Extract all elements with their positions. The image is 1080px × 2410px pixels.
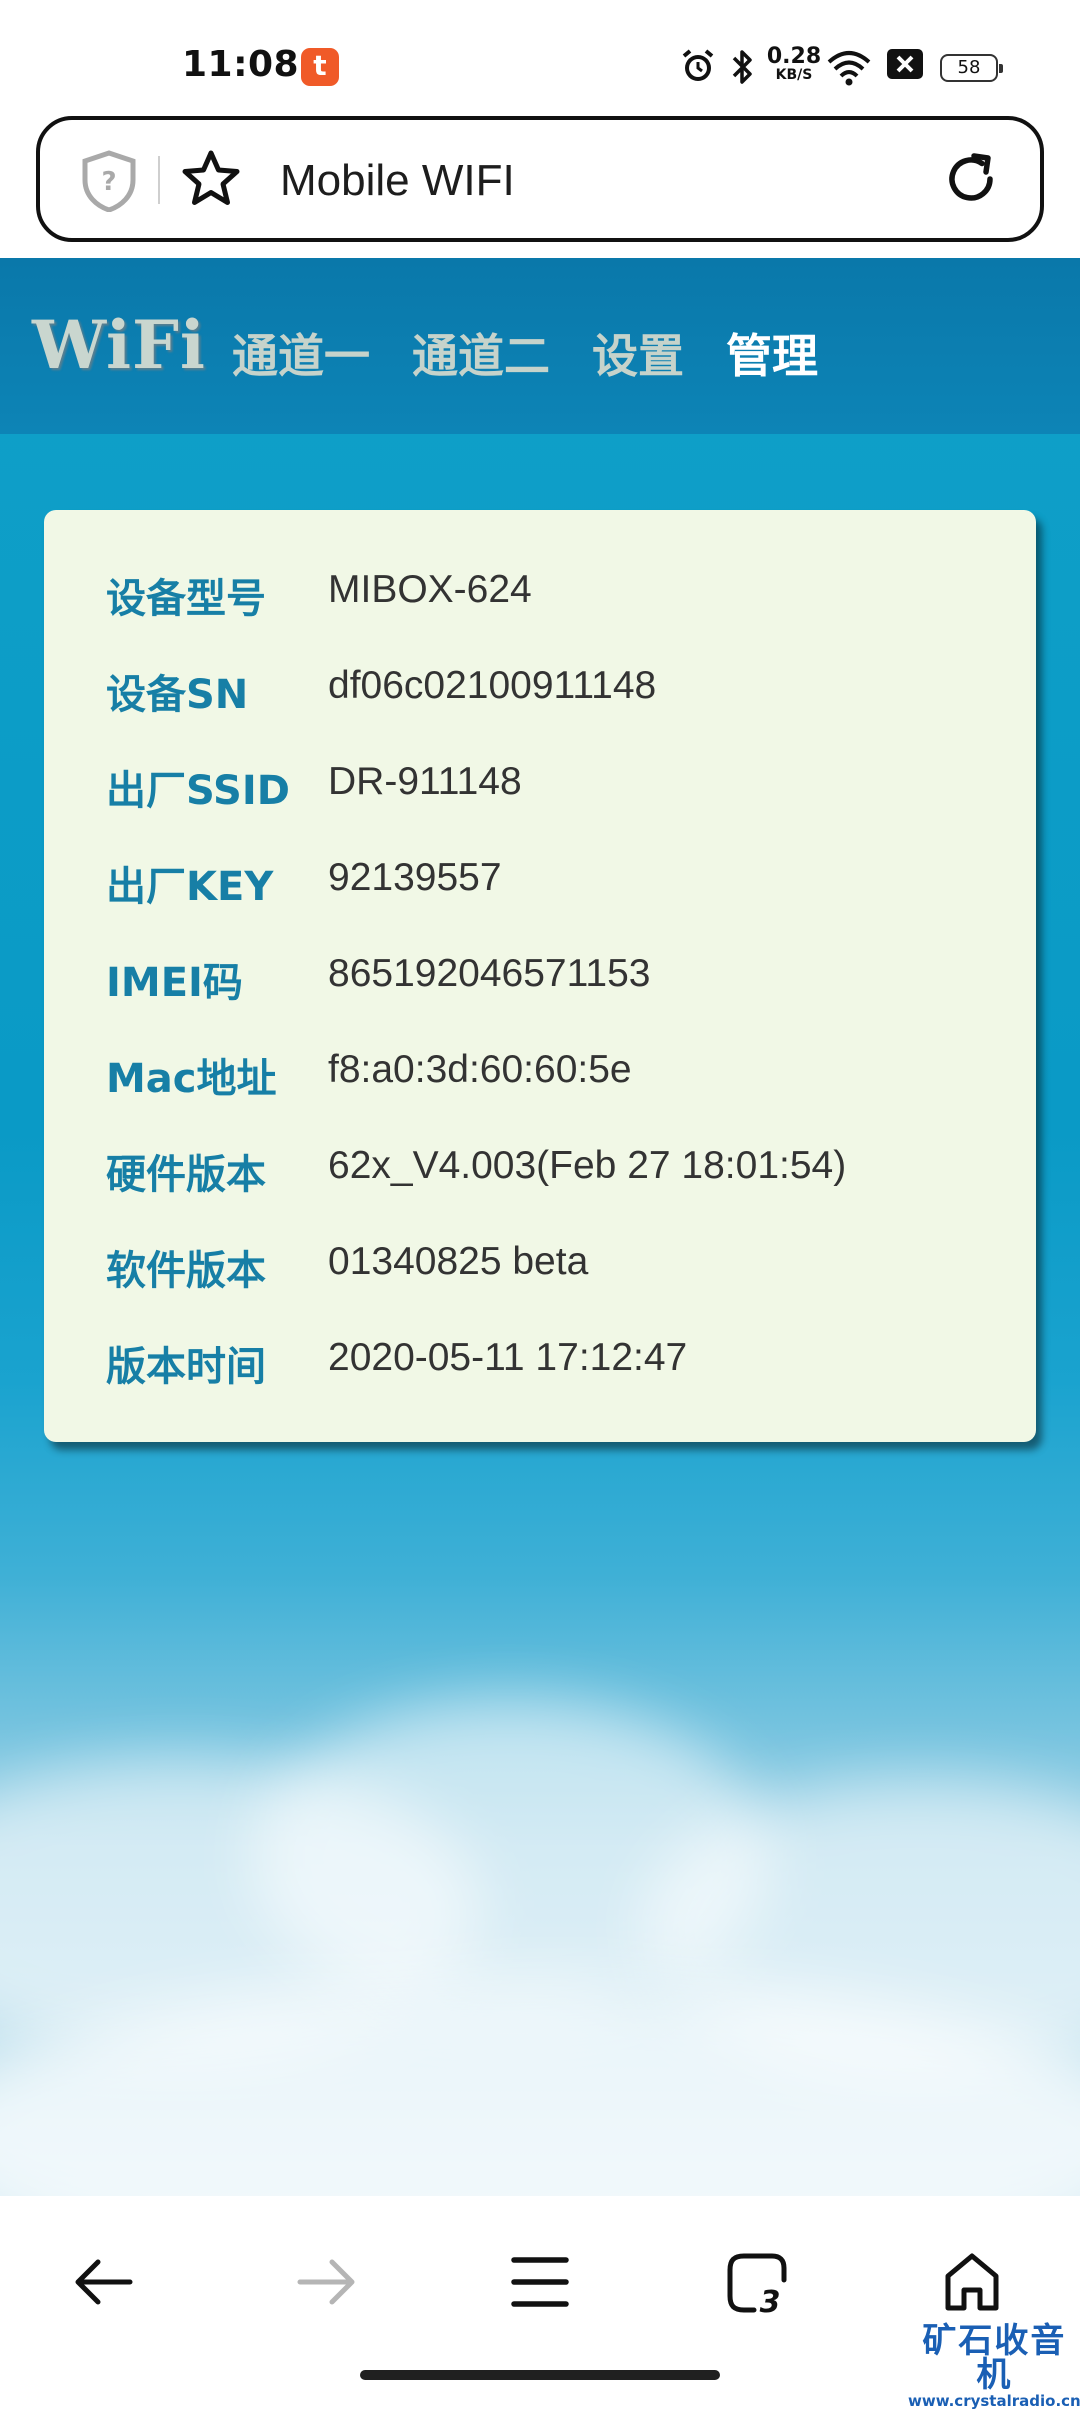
watermark: 矿石收音机 www.crystalradio.cn xyxy=(908,2321,1080,2410)
nav-tab-channel-2[interactable]: 通道二 xyxy=(412,320,550,386)
info-value: 865192046571153 xyxy=(328,952,651,995)
info-row-mac: Mac地址 f8:a0:3d:60:60:5e xyxy=(44,1046,1036,1106)
network-speed: 0.28 KB/S xyxy=(766,44,822,83)
svg-text:3: 3 xyxy=(760,2285,781,2316)
address-divider xyxy=(158,156,160,204)
home-icon[interactable] xyxy=(940,2250,1004,2314)
info-row-software-version: 软件版本 01340825 beta xyxy=(44,1238,1036,1298)
browser-bottom-nav: 3 矿石收音机 www.crystalradio.cn xyxy=(0,2196,1080,2409)
info-value: 92139557 xyxy=(328,856,502,899)
info-row-imei: IMEI码 865192046571153 xyxy=(44,950,1036,1010)
info-label: 出厂SSID xyxy=(106,768,290,814)
nav-tab-channel-1[interactable]: 通道一 xyxy=(232,320,370,386)
cloud-decoration xyxy=(0,1978,1080,2196)
info-label: 设备型号 xyxy=(106,576,266,622)
info-value: f8:a0:3d:60:60:5e xyxy=(328,1048,632,1091)
tabs-icon[interactable]: 3 xyxy=(724,2250,790,2316)
info-value: DR-911148 xyxy=(328,760,522,803)
security-shield-icon[interactable]: ? xyxy=(80,150,138,212)
web-content: WiFi 通道一 通道二 设置 管理 设备型号 MIBOX-624 设备SN d… xyxy=(0,258,1080,2196)
status-bar: 11:08 t 0.28 KB/S 58 xyxy=(0,0,1080,110)
status-time: 11:08 xyxy=(182,44,300,85)
page-title[interactable]: Mobile WIFI xyxy=(280,156,515,206)
alarm-icon xyxy=(682,49,714,81)
info-row-model: 设备型号 MIBOX-624 xyxy=(44,566,1036,626)
info-label: 设备SN xyxy=(106,672,249,718)
address-bar[interactable]: ? Mobile WIFI xyxy=(36,116,1044,242)
nav-tab-settings[interactable]: 设置 xyxy=(592,320,684,386)
forward-arrow-icon[interactable] xyxy=(294,2250,358,2314)
info-row-version-time: 版本时间 2020-05-11 17:12:47 xyxy=(44,1334,1036,1394)
info-value: 2020-05-11 17:12:47 xyxy=(328,1336,688,1379)
reload-icon[interactable] xyxy=(940,148,1002,210)
info-row-ssid: 出厂SSID DR-911148 xyxy=(44,758,1036,818)
battery-indicator: 58 xyxy=(940,54,1003,82)
info-label: 出厂KEY xyxy=(106,864,274,910)
svg-text:?: ? xyxy=(101,167,116,197)
info-label: IMEI码 xyxy=(106,960,243,1006)
back-arrow-icon[interactable] xyxy=(72,2250,136,2314)
bluetooth-icon xyxy=(732,50,752,84)
bookmark-star-icon[interactable] xyxy=(180,148,242,210)
info-label: Mac地址 xyxy=(106,1056,277,1102)
info-value: df06c02100911148 xyxy=(328,664,657,707)
tuya-app-icon: t xyxy=(301,48,339,86)
info-label: 版本时间 xyxy=(106,1344,266,1390)
site-nav-bar: WiFi 通道一 通道二 设置 管理 xyxy=(0,258,1080,434)
nav-tab-management[interactable]: 管理 xyxy=(726,320,818,386)
wifi-signal-icon xyxy=(827,51,871,86)
info-row-sn: 设备SN df06c02100911148 xyxy=(44,662,1036,722)
info-label: 硬件版本 xyxy=(106,1152,266,1198)
info-row-hardware-version: 硬件版本 62x_V4.003(Feb 27 18:01:54) xyxy=(44,1142,1036,1202)
wifi-logo: WiFi xyxy=(32,306,206,384)
sim-disabled-icon xyxy=(887,49,923,79)
device-info-card: 设备型号 MIBOX-624 设备SN df06c02100911148 出厂S… xyxy=(44,510,1036,1442)
menu-icon[interactable] xyxy=(510,2250,570,2314)
info-value: 01340825 beta xyxy=(328,1240,589,1283)
info-row-key: 出厂KEY 92139557 xyxy=(44,854,1036,914)
info-value: MIBOX-624 xyxy=(328,568,532,611)
gesture-home-bar[interactable] xyxy=(360,2370,720,2380)
info-value: 62x_V4.003(Feb 27 18:01:54) xyxy=(328,1144,847,1187)
info-label: 软件版本 xyxy=(106,1248,266,1294)
